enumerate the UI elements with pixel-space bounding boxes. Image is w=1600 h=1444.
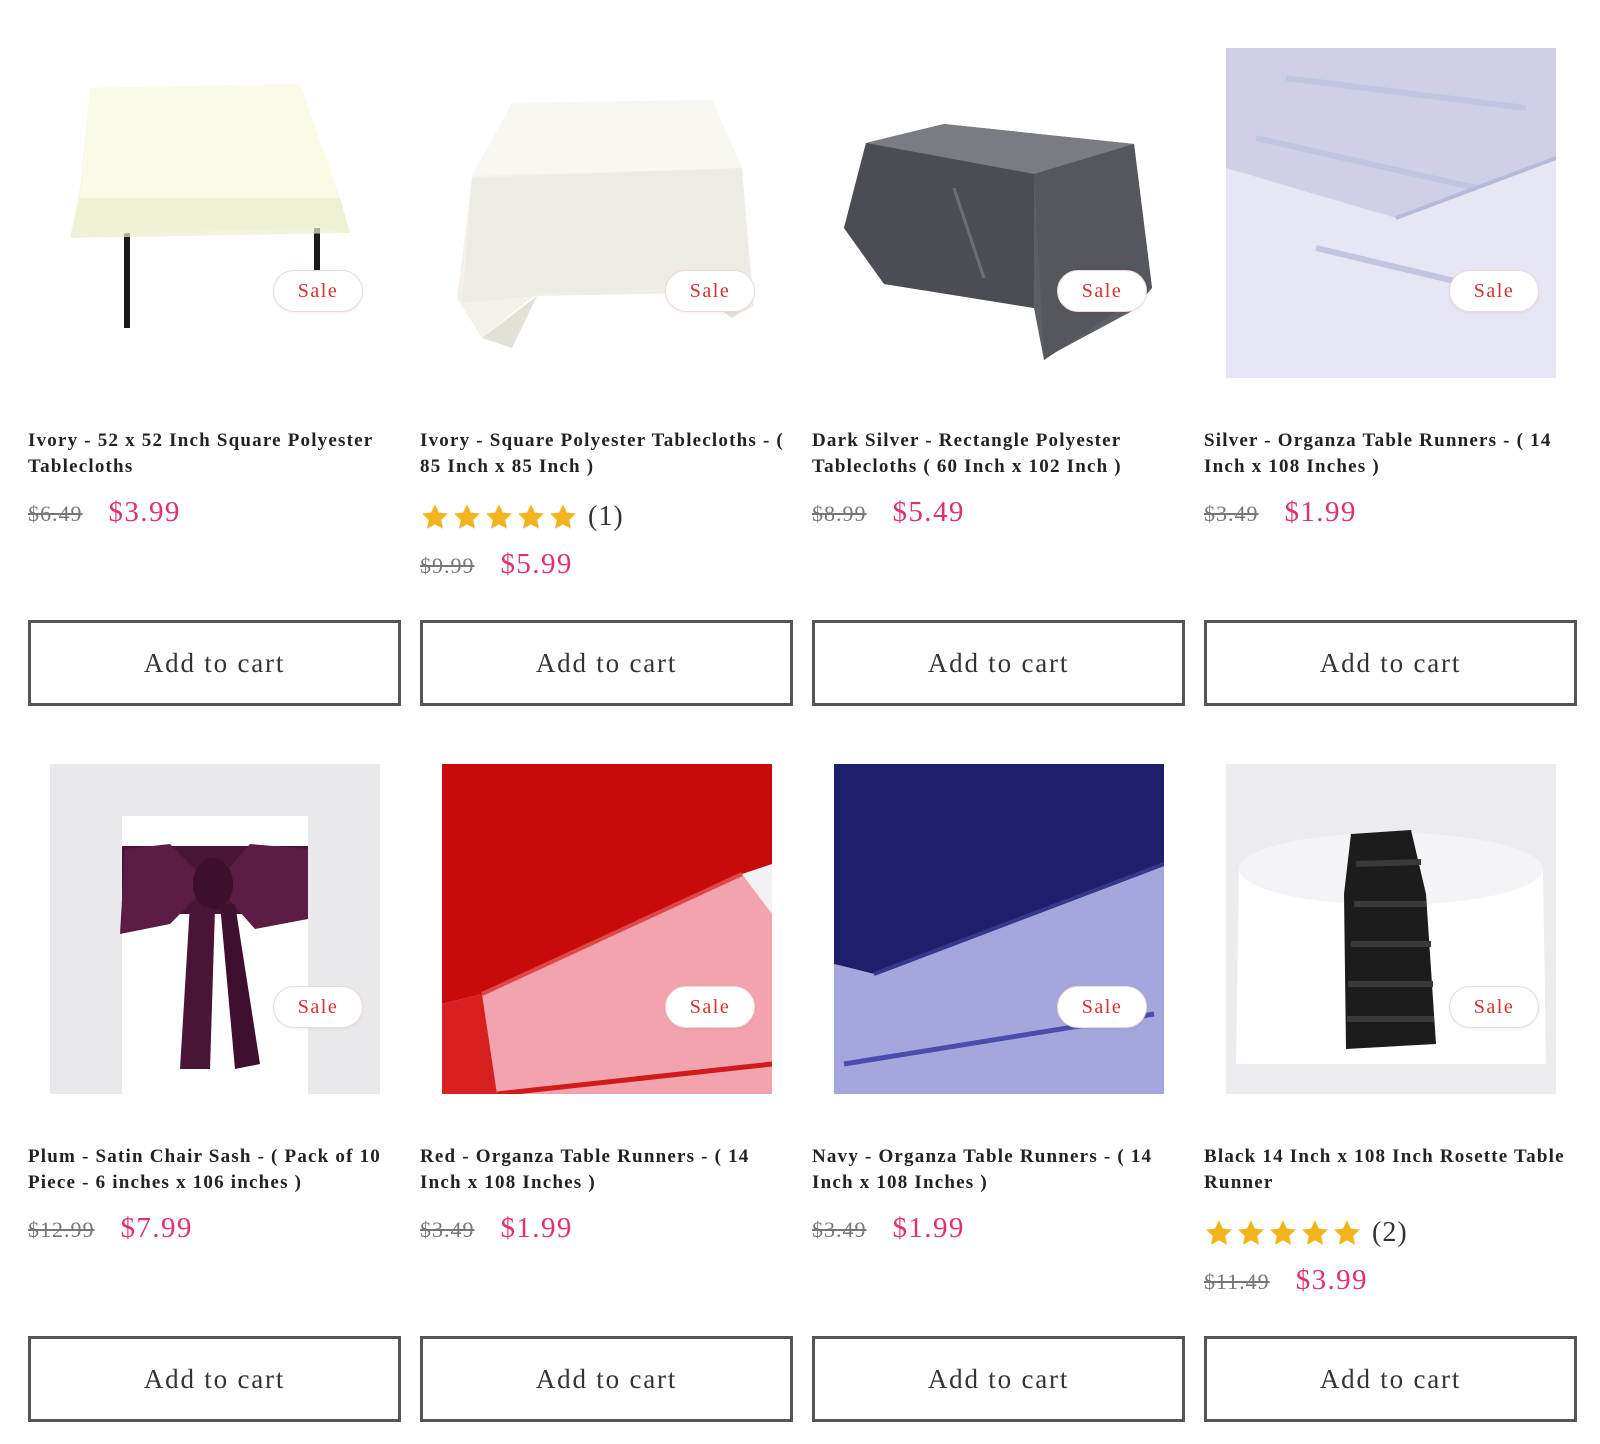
product-media[interactable] [1204,48,1577,378]
dark-silver-tablecloth-image[interactable] [833,48,1164,378]
product-title[interactable]: Dark Silver - Rectangle Polyester Tablec… [812,428,1185,480]
product-card: Sale Red - Organza Table Runners - ( 14 … [420,716,793,1432]
review-count[interactable]: (2) [1372,1217,1408,1249]
price-group: $3.49 $1.99 [420,1212,573,1245]
sale-price: $3.99 [108,496,181,528]
add-to-cart-button[interactable]: Add to cart [28,1336,401,1422]
regular-price: $3.49 [1204,501,1259,526]
price-group: $9.99 $5.99 [420,548,573,581]
review-count[interactable]: (1) [588,501,624,533]
star-icon [422,504,448,529]
regular-price: $11.49 [1204,1269,1270,1294]
star-icon [518,504,544,529]
star-icon [454,504,480,529]
product-card: Sale Plum - Satin Chair Sash - ( Pack of… [28,716,401,1432]
product-card: Sale Ivory - Square Polyester Tablecloth… [420,0,793,716]
price-group: $12.99 $7.99 [28,1212,193,1245]
star-icon [1238,1220,1264,1245]
product-media[interactable] [28,764,401,1094]
red-organza-runner-image[interactable] [441,764,772,1094]
add-to-cart-button[interactable]: Add to cart [812,620,1185,706]
silver-organza-runner-image[interactable] [1225,48,1556,378]
sale-badge: Sale [273,986,363,1028]
add-to-cart-button[interactable]: Add to cart [420,620,793,706]
add-to-cart-button[interactable]: Add to cart [420,1336,793,1422]
sale-badge: Sale [1057,270,1147,312]
star-icon [1270,1220,1296,1245]
product-title[interactable]: Navy - Organza Table Runners - ( 14 Inch… [812,1144,1185,1196]
price-group: $8.99 $5.49 [812,496,965,529]
product-media[interactable] [420,764,793,1094]
regular-price: $12.99 [28,1217,95,1242]
stars [1204,1218,1362,1248]
ivory-large-tablecloth-image[interactable] [441,48,772,378]
product-media[interactable] [1204,764,1577,1094]
add-to-cart-button[interactable]: Add to cart [812,1336,1185,1422]
regular-price: $3.49 [420,1217,475,1242]
navy-organza-runner-image[interactable] [833,764,1164,1094]
sale-badge: Sale [665,986,755,1028]
star-icon [1302,1220,1328,1245]
price-group: $6.49 $3.99 [28,496,181,529]
star-rating: (1) [420,500,624,534]
product-media[interactable] [420,48,793,378]
product-title[interactable]: Red - Organza Table Runners - ( 14 Inch … [420,1144,793,1196]
sale-badge: Sale [1057,986,1147,1028]
star-icon [1206,1220,1232,1245]
regular-price: $9.99 [420,553,475,578]
regular-price: $3.49 [812,1217,867,1242]
product-card: Sale Dark Silver - Rectangle Polyester T… [812,0,1185,716]
add-to-cart-button[interactable]: Add to cart [28,620,401,706]
product-card: Sale Ivory - 52 x 52 Inch Square Polyest… [28,0,401,716]
product-title[interactable]: Plum - Satin Chair Sash - ( Pack of 10 P… [28,1144,401,1196]
price-group: $3.49 $1.99 [812,1212,965,1245]
product-media[interactable] [812,48,1185,378]
sale-price: $5.99 [500,548,573,580]
sale-price: $1.99 [500,1212,573,1244]
product-title[interactable]: Silver - Organza Table Runners - ( 14 In… [1204,428,1577,480]
product-grid: Sale Ivory - 52 x 52 Inch Square Polyest… [28,0,1577,1432]
sale-badge: Sale [1449,270,1539,312]
product-media[interactable] [812,764,1185,1094]
product-media[interactable] [28,48,401,378]
sale-price: $1.99 [892,1212,965,1244]
star-icon [486,504,512,529]
price-group: $11.49 $3.99 [1204,1264,1368,1297]
sale-price: $3.99 [1295,1264,1368,1296]
star-icon [1334,1220,1360,1245]
star-rating: (2) [1204,1216,1408,1250]
sale-badge: Sale [273,270,363,312]
product-title[interactable]: Ivory - Square Polyester Tablecloths - (… [420,428,793,480]
plum-chair-sash-image[interactable] [49,764,380,1094]
black-rosette-runner-image[interactable] [1225,764,1556,1094]
product-card: Sale Silver - Organza Table Runners - ( … [1204,0,1577,716]
product-title[interactable]: Black 14 Inch x 108 Inch Rosette Table R… [1204,1144,1577,1196]
price-group: $3.49 $1.99 [1204,496,1357,529]
product-title[interactable]: Ivory - 52 x 52 Inch Square Polyester Ta… [28,428,401,480]
ivory-square-tablecloth-image[interactable] [49,48,380,378]
add-to-cart-button[interactable]: Add to cart [1204,1336,1577,1422]
sale-price: $1.99 [1284,496,1357,528]
star-icon [550,504,576,529]
sale-price: $5.49 [892,496,965,528]
regular-price: $6.49 [28,501,83,526]
sale-badge: Sale [1449,986,1539,1028]
sale-badge: Sale [665,270,755,312]
product-card: Sale Black 14 Inch x 108 Inch Rosette Ta… [1204,716,1577,1432]
stars [420,502,578,532]
regular-price: $8.99 [812,501,867,526]
sale-price: $7.99 [120,1212,193,1244]
add-to-cart-button[interactable]: Add to cart [1204,620,1577,706]
product-card: Sale Navy - Organza Table Runners - ( 14… [812,716,1185,1432]
